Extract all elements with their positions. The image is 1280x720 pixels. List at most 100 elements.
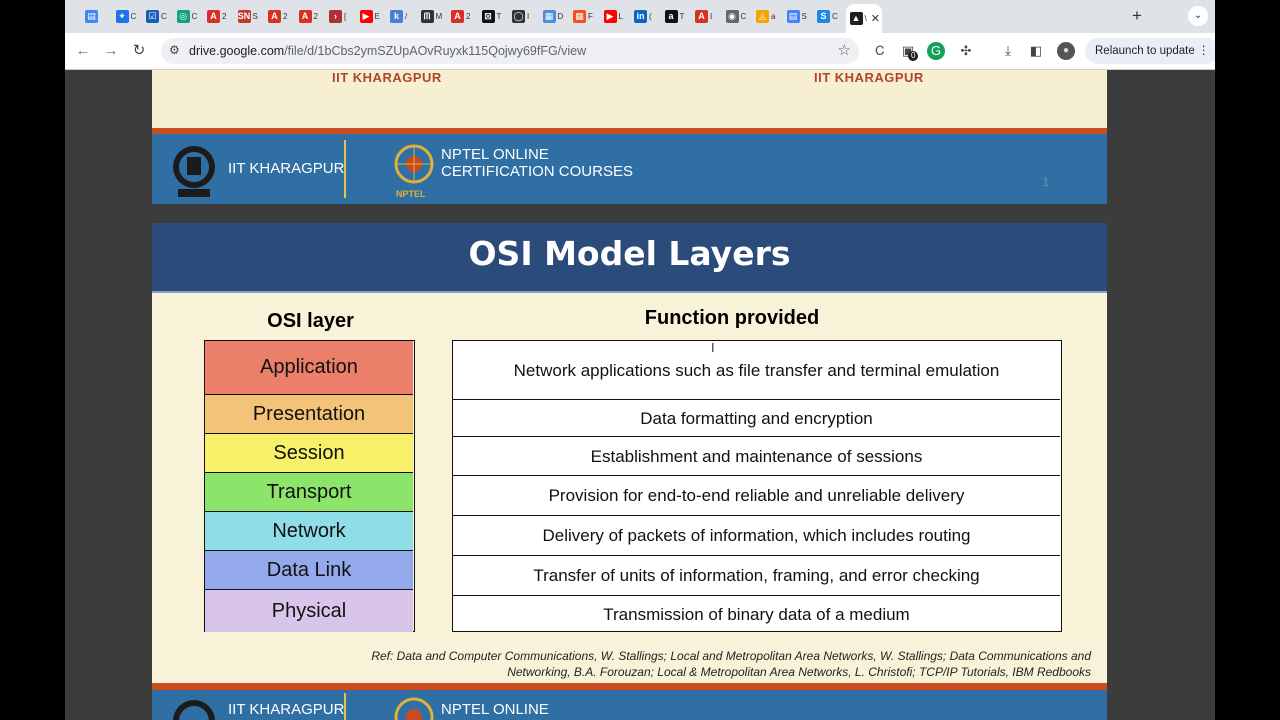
- iit-kharagpur-logo-icon: [173, 700, 215, 720]
- tab-favicon-icon: ▶: [603, 9, 617, 23]
- osi-layer-session: Session: [205, 434, 413, 473]
- function-row: Transfer of units of information, framin…: [453, 556, 1060, 596]
- previous-slide: IIT KHARAGPUR IIT KHARAGPUR IIT KHARAGPU…: [152, 70, 1107, 204]
- footer-institute-text: IIT KHARAGPUR: [228, 160, 345, 177]
- browser-tab[interactable]: ▶ L: [600, 4, 628, 28]
- tab-favicon-icon: A: [695, 9, 708, 23]
- osi-layer-application: Application: [205, 341, 413, 395]
- tab-title: S: [801, 11, 807, 21]
- tab-title: a: [771, 11, 776, 21]
- tab-title: 2: [283, 11, 288, 21]
- tab-favicon-icon: A: [207, 9, 220, 23]
- back-icon[interactable]: ←: [73, 41, 93, 61]
- function-row: Delivery of packets of information, whic…: [453, 516, 1060, 556]
- browser-tab[interactable]: A2: [295, 4, 323, 28]
- slide-footer: IIT KHARAGPUR NPTEL NPTEL ONLINE CERTIFI…: [152, 134, 1107, 204]
- institute-label-left: IIT KHARAGPUR: [332, 70, 442, 85]
- tab-title: C: [130, 11, 137, 21]
- reload-icon[interactable]: ↻: [129, 41, 149, 61]
- url-host: drive.google.com: [189, 44, 285, 58]
- function-provided-header: Function provided: [644, 307, 820, 329]
- new-tab-button[interactable]: +: [1127, 6, 1147, 26]
- pdf-viewer[interactable]: IIT KHARAGPUR IIT KHARAGPUR IIT KHARAGPU…: [65, 70, 1215, 720]
- text-cursor-icon: I: [711, 340, 715, 355]
- browser-tab[interactable]: ›[: [325, 4, 353, 28]
- tab-favicon-icon: ◎: [176, 9, 190, 23]
- browser-tab[interactable]: SC: [813, 4, 841, 28]
- browser-tab[interactable]: SN S: [234, 4, 262, 28]
- bookmark-star-icon[interactable]: ☆: [838, 41, 851, 59]
- osi-layer-network: Network: [205, 512, 413, 551]
- slide-osi-model-layers: OSI Model Layers OSI layer Function prov…: [152, 223, 1107, 683]
- browser-tab[interactable]: AI: [691, 4, 719, 28]
- browser-tab[interactable]: ▶ E: [356, 4, 384, 28]
- footer-accent-line: [152, 683, 1107, 690]
- tab-favicon-icon: ✦: [115, 9, 129, 23]
- grammarly-icon[interactable]: G: [927, 42, 945, 60]
- browser-tab[interactable]: A2: [264, 4, 292, 28]
- more-menu-icon[interactable]: ⋮: [1198, 45, 1210, 57]
- tab-title: C: [740, 11, 747, 21]
- reference-line-1: Ref: Data and Computer Communications, W…: [371, 649, 1091, 663]
- browser-tab[interactable]: ◉ C: [722, 4, 750, 28]
- browser-tab[interactable]: ▤ S: [783, 4, 811, 28]
- side-panel-icon[interactable]: ◧: [1027, 42, 1045, 60]
- tab-favicon-icon: ▶: [359, 9, 373, 23]
- osi-layer-data-link: Data Link: [205, 551, 413, 590]
- institute-label-right: IIT KHARAGPUR: [814, 70, 924, 85]
- close-tab-icon[interactable]: ✕: [871, 12, 880, 25]
- tab-search-icon[interactable]: ⌄: [1188, 6, 1208, 26]
- download-icon[interactable]: ⤓: [999, 42, 1017, 60]
- tab-strip: ▤ ✦ C ☑ C ◎ C A 2 SN S A 2 A 2 ›[▶ Ek / ᗰ M A 2 ⊠ T ◯ I ▦ D ▦ F ▶ Lin(a…: [65, 0, 1215, 33]
- tab-favicon-icon: ›: [329, 9, 342, 23]
- browser-tab[interactable]: ◬ a: [752, 4, 780, 28]
- browser-tab[interactable]: ▤: [81, 4, 109, 28]
- browser-tab[interactable]: ▦ D: [539, 4, 567, 28]
- forward-icon[interactable]: →: [101, 41, 121, 61]
- browser-tab[interactable]: ⊠ T: [478, 4, 506, 28]
- browser-tab[interactable]: A2: [203, 4, 231, 28]
- tab-favicon-icon: ◬: [756, 9, 769, 23]
- browser-tab[interactable]: ✦ C: [112, 4, 140, 28]
- relaunch-button[interactable]: Relaunch to update ⋮: [1085, 38, 1215, 64]
- browser-tab[interactable]: ◎ C: [173, 4, 201, 28]
- tab-title: I: [710, 11, 713, 21]
- footer-course-line2: CERTIFICATION COURSES: [441, 163, 633, 180]
- tab-title: C: [191, 11, 198, 21]
- browser-tab[interactable]: ☑ C: [142, 4, 170, 28]
- tab-favicon-icon: ◯: [512, 9, 525, 23]
- reference-note: Ref: Data and Computer Communications, W…: [271, 649, 1091, 680]
- browser-tab[interactable]: ◯ I: [508, 4, 536, 28]
- browser-window: ▤ ✦ C ☑ C ◎ C A 2 SN S A 2 A 2 ›[▶ Ek / ᗰ M A 2 ⊠ T ◯ I ▦ D ▦ F ▶ Lin(a…: [65, 0, 1215, 720]
- read-aloud-icon[interactable]: Ꮯ: [871, 42, 889, 60]
- profile-avatar-icon[interactable]: ●: [1057, 42, 1075, 60]
- footer-institute-text: IIT KHARAGPUR: [228, 701, 345, 718]
- tab-title: D: [557, 11, 564, 21]
- active-browser-tab[interactable]: ▲ \ ✕: [845, 4, 882, 33]
- browser-tab[interactable]: A2: [447, 4, 475, 28]
- functions-table: Network applications such as file transf…: [452, 340, 1062, 632]
- footer-divider: [344, 693, 346, 720]
- tab-title: 2: [313, 11, 318, 21]
- browser-tab[interactable]: aT: [661, 4, 689, 28]
- browser-tab[interactable]: k /: [386, 4, 414, 28]
- tab-title: E: [374, 11, 380, 21]
- browser-tab[interactable]: ᗰM: [417, 4, 445, 28]
- tab-favicon-icon: A: [451, 9, 464, 23]
- site-info-icon[interactable]: ⚙: [169, 43, 180, 57]
- tab-title: \: [864, 14, 867, 23]
- footer-course-line1: NPTEL ONLINE: [441, 146, 549, 163]
- function-row: Data formatting and encryption: [453, 400, 1060, 437]
- page-number: 1: [1042, 175, 1049, 189]
- tab-title: T: [679, 11, 685, 21]
- browser-toolbar: ← → ↻ ⚙ drive.google.com/file/d/1bCbs2ym…: [65, 33, 1215, 70]
- browser-tab[interactable]: ▦ F: [569, 4, 597, 28]
- title-bar: OSI Model Layers: [152, 223, 1107, 293]
- reference-line-2: Networking, B.A. Forouzan; Local & Metro…: [507, 664, 1091, 679]
- tab-favicon-icon: S: [817, 9, 830, 23]
- browser-tab[interactable]: in(: [630, 4, 658, 28]
- address-bar[interactable]: ⚙ drive.google.com/file/d/1bCbs2ymSZUpAO…: [161, 38, 859, 64]
- url-path: /file/d/1bCbs2ymSZUpAOvRuyxk115Qojwy69fF…: [284, 44, 587, 58]
- extensions-puzzle-icon[interactable]: ✣: [957, 42, 975, 60]
- iit-kharagpur-logo-icon: [173, 146, 215, 197]
